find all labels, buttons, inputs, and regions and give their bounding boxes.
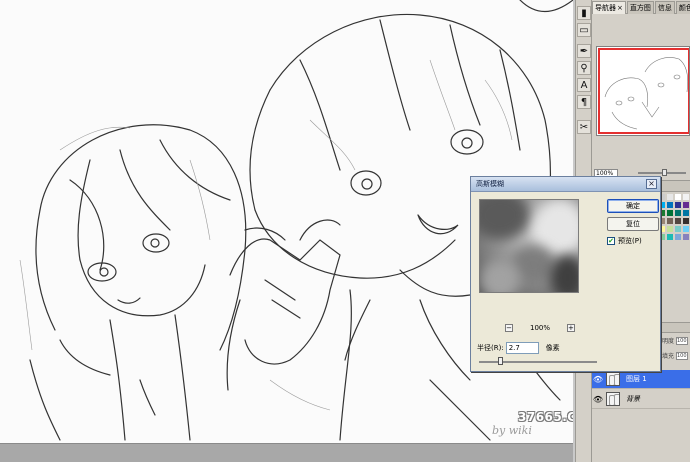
preview-shade: [480, 260, 520, 292]
color-swatch[interactable]: [674, 233, 682, 241]
color-swatch[interactable]: [682, 217, 690, 225]
tab-color[interactable]: 颜色: [675, 1, 690, 14]
navigator-tab-bar: 导航器× 直方图 信息 颜色: [592, 1, 690, 14]
layer-thumbnail: [606, 372, 620, 386]
stamp-tool-icon[interactable]: ⚲: [577, 61, 591, 75]
brush-tool-icon[interactable]: ▮: [577, 6, 591, 20]
visibility-eye-icon[interactable]: 👁: [592, 395, 604, 404]
preview-shade: [480, 200, 530, 240]
color-swatch[interactable]: [674, 225, 682, 233]
color-swatch[interactable]: [674, 217, 682, 225]
opacity-label: 明度: [661, 338, 674, 345]
layer-row-background[interactable]: 👁 背景: [592, 390, 690, 409]
navigator-zoom-knob[interactable]: [662, 169, 667, 176]
color-swatch[interactable]: [682, 233, 690, 241]
color-swatch[interactable]: [666, 201, 674, 209]
preview-checkbox[interactable]: ✔ 预览(P): [607, 236, 642, 246]
layer-name[interactable]: 背景: [626, 394, 640, 404]
shape-tool-icon[interactable]: ▭: [577, 23, 591, 37]
blur-preview-pane[interactable]: [479, 199, 579, 293]
preview-checkbox-label: 预览(P): [618, 237, 642, 245]
gaussian-blur-dialog: 高斯模糊 × 确定 复位 ✔ 预览(P) − 100% + 半径(R): 2.7…: [470, 176, 661, 372]
canvas-horizontal-scroll-area[interactable]: [0, 443, 573, 462]
color-swatch[interactable]: [674, 209, 682, 217]
color-swatch[interactable]: [666, 217, 674, 225]
color-swatch[interactable]: [666, 233, 674, 241]
zoom-out-button[interactable]: −: [505, 324, 513, 332]
opacity-control: 明度 100: [662, 336, 688, 345]
radius-slider[interactable]: [479, 357, 597, 365]
tab-info[interactable]: 信息: [654, 1, 675, 14]
layer-thumbnail: [606, 392, 620, 406]
pen-tool-icon[interactable]: ✒: [577, 44, 591, 58]
preview-zoom-row: − 100% +: [505, 323, 575, 333]
tab-histogram[interactable]: 直方图: [626, 1, 654, 14]
opacity-field[interactable]: 100: [676, 336, 688, 345]
color-swatch[interactable]: [682, 209, 690, 217]
tab-navigator-label: 导航器: [595, 4, 616, 12]
fill-field[interactable]: 100: [676, 351, 688, 360]
radius-slider-knob[interactable]: [498, 357, 504, 365]
color-swatch[interactable]: [666, 225, 674, 233]
close-icon[interactable]: ×: [646, 179, 657, 189]
type-tool-icon[interactable]: A: [577, 78, 591, 92]
ok-button[interactable]: 确定: [607, 199, 659, 213]
radius-label: 半径(R):: [477, 344, 504, 352]
close-icon[interactable]: ×: [617, 4, 623, 12]
navigator-thumbnail[interactable]: [596, 46, 690, 136]
color-swatch[interactable]: [666, 193, 674, 201]
dialog-title: 高斯模糊: [476, 180, 504, 188]
radius-row: 半径(R): 2.7 像素: [477, 342, 560, 354]
color-swatch[interactable]: [674, 201, 682, 209]
navigator-view-box[interactable]: [598, 48, 689, 134]
fill-control: 填充 100: [662, 351, 688, 360]
tool-presets-icon[interactable]: ✂: [577, 120, 591, 134]
tab-navigator[interactable]: 导航器×: [592, 1, 626, 14]
watermark-signature: by wiki: [492, 424, 532, 437]
preview-zoom-label: 100%: [529, 324, 550, 332]
layer-name[interactable]: 图层 1: [626, 374, 647, 384]
paragraph-icon[interactable]: ¶: [577, 95, 591, 109]
color-swatch[interactable]: [682, 225, 690, 233]
color-swatch[interactable]: [682, 201, 690, 209]
fill-label: 填充: [661, 353, 674, 360]
navigator-zoom-slider[interactable]: [638, 169, 686, 176]
color-swatch[interactable]: [682, 193, 690, 201]
preview-shade: [550, 255, 578, 292]
watermark-site: 37665.COM: [518, 410, 573, 424]
color-swatch[interactable]: [666, 209, 674, 217]
layer-row-layer1[interactable]: 👁 图层 1: [592, 370, 690, 389]
visibility-eye-icon[interactable]: 👁: [592, 375, 604, 384]
zoom-in-button[interactable]: +: [566, 324, 575, 332]
checkmark-icon[interactable]: ✔: [607, 237, 615, 245]
color-swatch[interactable]: [674, 193, 682, 201]
dialog-title-bar[interactable]: 高斯模糊 ×: [471, 177, 660, 192]
reset-button[interactable]: 复位: [607, 217, 659, 231]
radius-input[interactable]: 2.7: [505, 342, 539, 354]
radius-unit-label: 像素: [545, 344, 560, 352]
